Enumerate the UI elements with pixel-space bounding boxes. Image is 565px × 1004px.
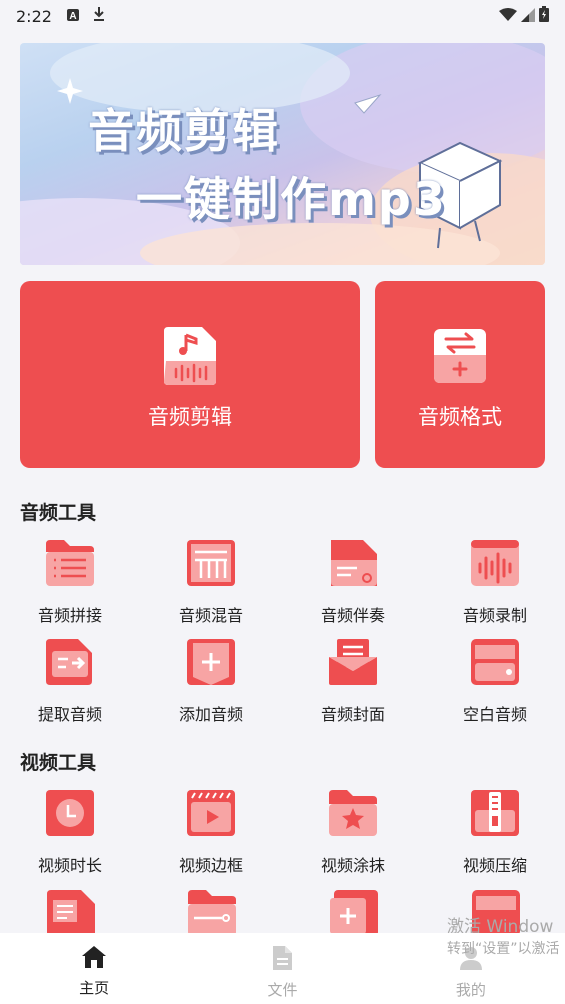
waveform-icon — [469, 538, 521, 592]
format-convert-icon — [428, 323, 492, 391]
clock-icon — [44, 788, 96, 842]
audio-format-card[interactable]: 音频格式 — [375, 281, 545, 468]
video-frame-icon — [185, 788, 237, 842]
audio-edit-label: 音频剪辑 — [148, 405, 232, 429]
add-tool-icon[interactable] — [328, 888, 380, 933]
tool-label: 视频压缩 — [462, 856, 527, 875]
wifi-icon — [499, 7, 517, 26]
tool-extract-audio[interactable]: 提取音频 — [10, 637, 130, 725]
audio-file-icon — [158, 323, 222, 391]
svg-text:A: A — [69, 11, 76, 22]
compress-icon — [469, 788, 521, 842]
nav-mine-label: 我的 — [455, 981, 486, 999]
promo-banner[interactable]: 音频剪辑 一键制作mp3 — [20, 43, 545, 265]
audio-tools-title: 音频工具 — [20, 502, 97, 524]
tool-label: 音频封面 — [320, 705, 385, 724]
envelope-icon — [327, 637, 379, 691]
extract-icon — [44, 637, 96, 691]
nav-home-label: 主页 — [79, 979, 110, 997]
tool-audio-mix[interactable]: 音频混音 — [151, 538, 271, 626]
video-tools-title: 视频工具 — [20, 752, 97, 774]
nav-home[interactable]: 主页 — [0, 933, 188, 1004]
tool-label: 空白音频 — [462, 705, 527, 724]
tool-audio-join[interactable]: 音频拼接 — [10, 538, 130, 626]
battery-icon — [539, 6, 549, 26]
tool-label: 添加音频 — [178, 705, 243, 724]
tool-label: 音频混音 — [178, 606, 243, 625]
tool-label: 视频涂抹 — [320, 856, 385, 875]
banner-subtitle: 一键制作mp3 — [136, 172, 447, 226]
audio-format-label: 音频格式 — [418, 405, 502, 429]
file-icon — [271, 945, 293, 975]
tool-audio-cover[interactable]: 音频封面 — [293, 637, 413, 725]
tool-label: 视频边框 — [178, 856, 243, 875]
download-icon — [92, 6, 106, 26]
nav-file-label: 文件 — [267, 981, 298, 999]
smear-folder-icon — [327, 788, 379, 842]
document-tool-icon[interactable] — [45, 888, 97, 933]
status-bar: 2:22 A — [0, 0, 565, 32]
font-icon: A — [66, 7, 80, 26]
signal-icon — [521, 7, 535, 26]
tool-video-smear[interactable]: 视频涂抹 — [293, 788, 413, 876]
tool-add-audio[interactable]: 添加音频 — [151, 637, 271, 725]
tool-label: 视频时长 — [37, 856, 102, 875]
tool-label: 提取音频 — [37, 705, 102, 724]
mixer-icon — [185, 538, 237, 592]
status-time: 2:22 — [16, 6, 52, 26]
accompaniment-file-icon — [327, 538, 379, 592]
tool-video-border[interactable]: 视频边框 — [151, 788, 271, 876]
tool-blank-audio[interactable]: 空白音频 — [435, 637, 555, 725]
blank-disk-icon — [469, 637, 521, 691]
nav-file[interactable]: 文件 — [188, 933, 376, 1004]
tool-label: 音频拼接 — [37, 606, 102, 625]
tool-label: 音频伴奏 — [320, 606, 385, 625]
folder-tool-icon[interactable] — [186, 888, 238, 933]
folder-list-icon — [44, 538, 96, 592]
tool-label: 音频录制 — [462, 606, 527, 625]
banner-title: 音频剪辑 — [88, 104, 280, 158]
add-audio-icon — [185, 637, 237, 691]
audio-edit-card[interactable]: 音频剪辑 — [20, 281, 360, 468]
home-icon — [81, 945, 107, 973]
windows-activation-watermark-sub: 转到“设置”以激活 — [447, 941, 560, 957]
tool-audio-accompaniment[interactable]: 音频伴奏 — [293, 538, 413, 626]
tool-audio-record[interactable]: 音频录制 — [435, 538, 555, 626]
tool-video-compress[interactable]: 视频压缩 — [435, 788, 555, 876]
tool-video-duration[interactable]: 视频时长 — [10, 788, 130, 876]
